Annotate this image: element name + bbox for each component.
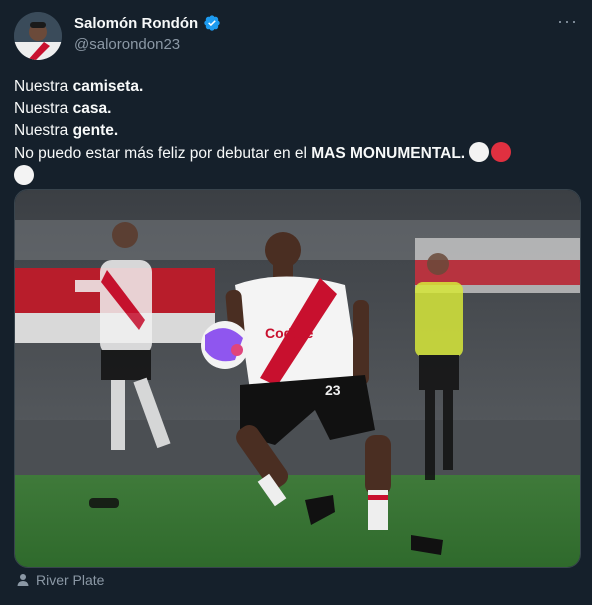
person-icon [17,574,29,586]
tweet-line-3: Nuestra gente. [14,122,119,139]
ball-icon [201,321,249,369]
tweet-text: Nuestra camiseta. Nuestra casa. Nuestra … [14,76,574,188]
location-tag[interactable]: River Plate [16,572,104,588]
tweet-card: Salomón Rondón @salorondon23 ··· Nuestra… [0,0,592,605]
author-display-name[interactable]: Salomón Rondón [74,15,198,32]
tweet-line-5 [14,165,574,188]
white-circle-emoji-icon [14,165,34,185]
match-photo-illustration: Codere 23 [15,190,580,567]
tweet-line-4: No puedo estar más feliz por debutar en … [14,142,574,165]
author-name-row[interactable]: Salomón Rondón [74,14,221,32]
white-circle-emoji-icon [469,142,490,162]
author-handle[interactable]: @salorondon23 [74,36,180,53]
verified-badge-icon [204,15,220,31]
more-options-icon[interactable]: ··· [557,12,578,30]
tweet-photo[interactable]: Codere 23 [14,189,581,568]
tweet-line-1: Nuestra camiseta. [14,78,144,95]
tweet-line-2: Nuestra casa. [14,100,112,117]
location-label[interactable]: River Plate [36,572,104,588]
red-circle-emoji-icon [491,142,512,162]
shirt-number: 23 [325,382,341,398]
avatar[interactable] [14,12,62,60]
sponsor-label: Codere [265,325,313,341]
